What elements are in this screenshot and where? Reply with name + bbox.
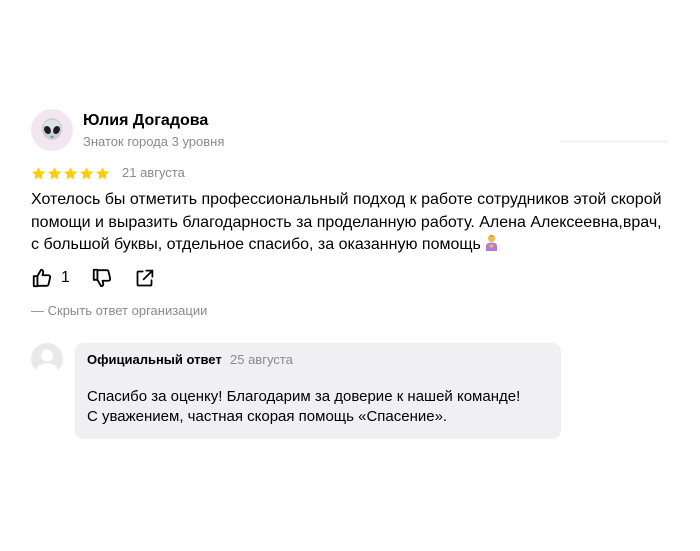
review-actions: 1 bbox=[31, 266, 155, 290]
reviewer-level: Знаток города 3 уровня bbox=[83, 134, 225, 149]
review-text-line-content: с большой буквы, отдельное спасибо, за о… bbox=[31, 236, 481, 253]
organization-avatar bbox=[31, 343, 63, 375]
thumbs-up-icon bbox=[32, 268, 52, 288]
star-icon bbox=[32, 167, 45, 180]
review-text: Хотелось бы отметить профессиональный по… bbox=[31, 189, 671, 260]
official-reply-label: Официальный ответ bbox=[87, 352, 222, 367]
thumbs-down-icon bbox=[92, 268, 112, 288]
divider bbox=[560, 140, 668, 143]
like-button[interactable]: 1 bbox=[31, 267, 70, 289]
review-text-line: помощи и выразить благодарность за проде… bbox=[31, 213, 662, 231]
user-placeholder-icon bbox=[35, 349, 59, 375]
like-count: 1 bbox=[61, 269, 70, 286]
reviewer-avatar[interactable] bbox=[31, 109, 73, 151]
review-date: 21 августа bbox=[122, 165, 185, 180]
review-text-line: Хотелось бы отметить профессиональный по… bbox=[31, 191, 662, 208]
official-reply-date: 25 августа bbox=[230, 352, 293, 367]
star-icon bbox=[48, 167, 61, 180]
person-bowing-emoji bbox=[484, 234, 499, 260]
dislike-button[interactable] bbox=[91, 267, 113, 289]
alien-icon bbox=[42, 118, 62, 140]
reviewer-name[interactable]: Юлия Догадова bbox=[83, 112, 208, 130]
official-reply-line: С уважением, частная скорая помощь «Спас… bbox=[87, 408, 448, 425]
share-icon bbox=[136, 269, 154, 286]
star-icon bbox=[80, 167, 93, 180]
rating-stars bbox=[31, 166, 110, 181]
star-icon bbox=[64, 167, 77, 180]
official-reply: Официальный ответ 25 августа Спасибо за … bbox=[75, 343, 561, 439]
star-icon bbox=[96, 167, 109, 180]
official-reply-line: Спасибо за оценку! Благодарим за доверие… bbox=[87, 388, 521, 405]
review-text-line: с большой буквы, отдельное спасибо, за о… bbox=[31, 234, 671, 260]
share-button[interactable] bbox=[134, 268, 155, 289]
hide-reply-toggle[interactable]: — Скрыть ответ организации bbox=[31, 303, 207, 318]
official-reply-text: Спасибо за оценку! Благодарим за доверие… bbox=[87, 387, 520, 427]
